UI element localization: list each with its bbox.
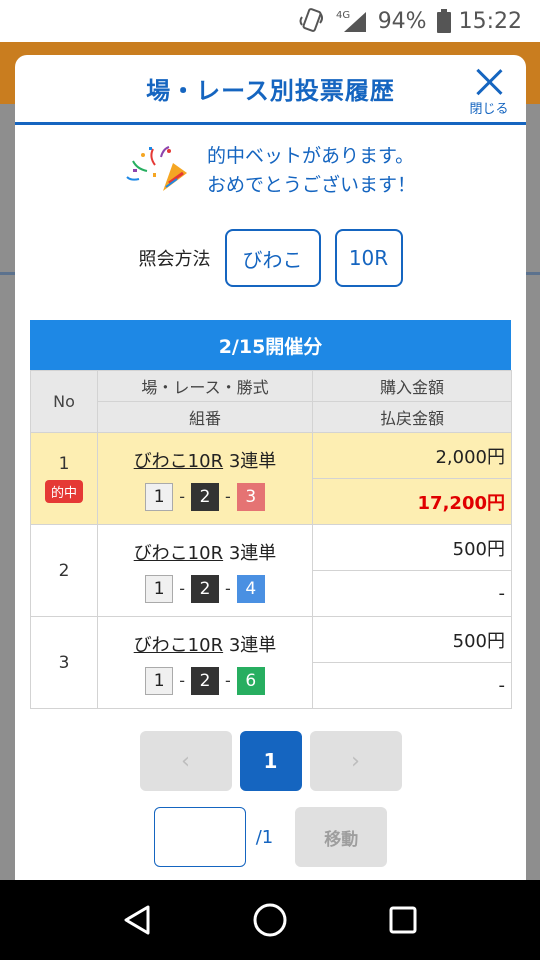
combo: 1- 2- 6	[98, 666, 312, 695]
party-popper-icon	[126, 146, 187, 191]
prev-page-button[interactable]: ‹	[139, 731, 232, 791]
header-bet-type: 場・レース・勝式	[97, 370, 313, 402]
history-table: No 場・レース・勝式 購入金額 組番 払戻金額 1 的中 びわこ10R 3連単…	[30, 370, 512, 709]
table-row: 1 的中 びわこ10R 3連単 1- 2- 3 2,000円	[30, 432, 512, 525]
combo-first: 1	[145, 574, 174, 603]
payout-amount: -	[312, 662, 512, 709]
combo-first: 1	[145, 482, 174, 511]
move-button[interactable]: 移動	[295, 807, 388, 867]
row-no: 2	[30, 524, 98, 617]
bet-cell: びわこ10R 3連単 1- 2- 3	[97, 432, 313, 525]
modal-title: 場・レース別投票履歴	[146, 77, 395, 105]
close-button[interactable]: 閉じる	[464, 67, 514, 117]
header-purchase: 購入金額	[312, 370, 512, 402]
payout-amount: 17,200円	[312, 478, 512, 525]
close-icon	[474, 67, 504, 96]
row-no-cell: 1 的中	[30, 432, 98, 525]
hit-message: 的中ベットがあります。 おめでとうございます！	[15, 141, 526, 201]
row-no: 3	[30, 616, 98, 709]
vote-history-modal: 場・レース別投票履歴 閉じる 的中ベットがあります。 おめでとうございます！ 照…	[15, 55, 526, 885]
history-table-section: 2/15開催分 No 場・レース・勝式 購入金額 組番 払戻金額 1 的中 びわ…	[30, 320, 512, 709]
combo-third: 6	[236, 666, 265, 695]
hit-line-2: おめでとうございます！	[206, 174, 416, 196]
status-bar: 4G 94% 15:22	[0, 0, 540, 42]
signal-icon: 4G	[336, 8, 370, 34]
combo: 1- 2- 3	[98, 482, 312, 511]
bet-cell: びわこ10R 3連単 1- 2- 6	[97, 616, 313, 709]
hit-badge: 的中	[44, 480, 83, 503]
recents-icon[interactable]	[383, 900, 423, 940]
combo-first: 1	[145, 666, 174, 695]
combo-second: 2	[191, 482, 219, 511]
back-icon[interactable]	[117, 900, 157, 940]
android-nav-bar	[0, 880, 540, 960]
table-row: 3 びわこ10R 3連単 1- 2- 6 500円	[30, 616, 512, 709]
combo-second: 2	[191, 666, 219, 695]
page-number-input[interactable]	[153, 807, 246, 867]
hit-line-1: 的中ベットがあります。	[206, 145, 415, 167]
bet-type: 3連単	[228, 542, 277, 564]
bet-type: 3連単	[228, 450, 277, 472]
bet-cell: びわこ10R 3連単 1- 2- 4	[97, 524, 313, 617]
combo: 1- 2- 4	[98, 574, 312, 603]
combo-third: 3	[236, 482, 265, 511]
battery-percent: 94%	[377, 8, 427, 34]
modal-header: 場・レース別投票履歴 閉じる	[15, 55, 526, 125]
network-type: 4G	[336, 10, 350, 21]
query-venue-button[interactable]: びわこ	[224, 229, 321, 287]
next-page-button[interactable]: ›	[309, 731, 402, 791]
payout-amount: -	[312, 570, 512, 617]
purchase-amount: 500円	[312, 616, 512, 663]
page-total: /1	[255, 826, 274, 848]
bet-venue-link[interactable]: びわこ10R	[134, 451, 223, 472]
bet-venue-link[interactable]: びわこ10R	[134, 543, 223, 564]
table-row: 2 びわこ10R 3連単 1- 2- 4 500円	[30, 524, 512, 617]
clock: 15:22	[458, 8, 522, 34]
home-icon[interactable]	[250, 900, 290, 940]
query-race-button[interactable]: 10R	[334, 229, 403, 287]
page-1-button[interactable]: 1	[239, 731, 302, 791]
combo-second: 2	[191, 574, 219, 603]
hit-text: 的中ベットがあります。 おめでとうございます！	[207, 142, 416, 200]
header-payout: 払戻金額	[312, 401, 512, 433]
purchase-amount: 2,000円	[312, 432, 512, 479]
header-no: No	[30, 370, 98, 433]
purchase-amount: 500円	[312, 524, 512, 571]
bet-type: 3連単	[228, 634, 277, 656]
query-method: 照会方法 びわこ 10R	[15, 229, 526, 287]
row-no: 1	[58, 454, 70, 474]
header-combo: 組番	[97, 401, 313, 433]
pagination: ‹ 1 ›	[15, 731, 526, 791]
close-label: 閉じる	[469, 102, 509, 117]
battery-icon	[436, 9, 451, 33]
page-jump: /1 移動	[15, 807, 526, 867]
bet-venue-link[interactable]: びわこ10R	[134, 635, 223, 656]
date-header: 2/15開催分	[30, 320, 511, 370]
vibrate-icon	[298, 7, 326, 35]
query-label: 照会方法	[138, 249, 211, 270]
combo-third: 4	[236, 574, 265, 603]
